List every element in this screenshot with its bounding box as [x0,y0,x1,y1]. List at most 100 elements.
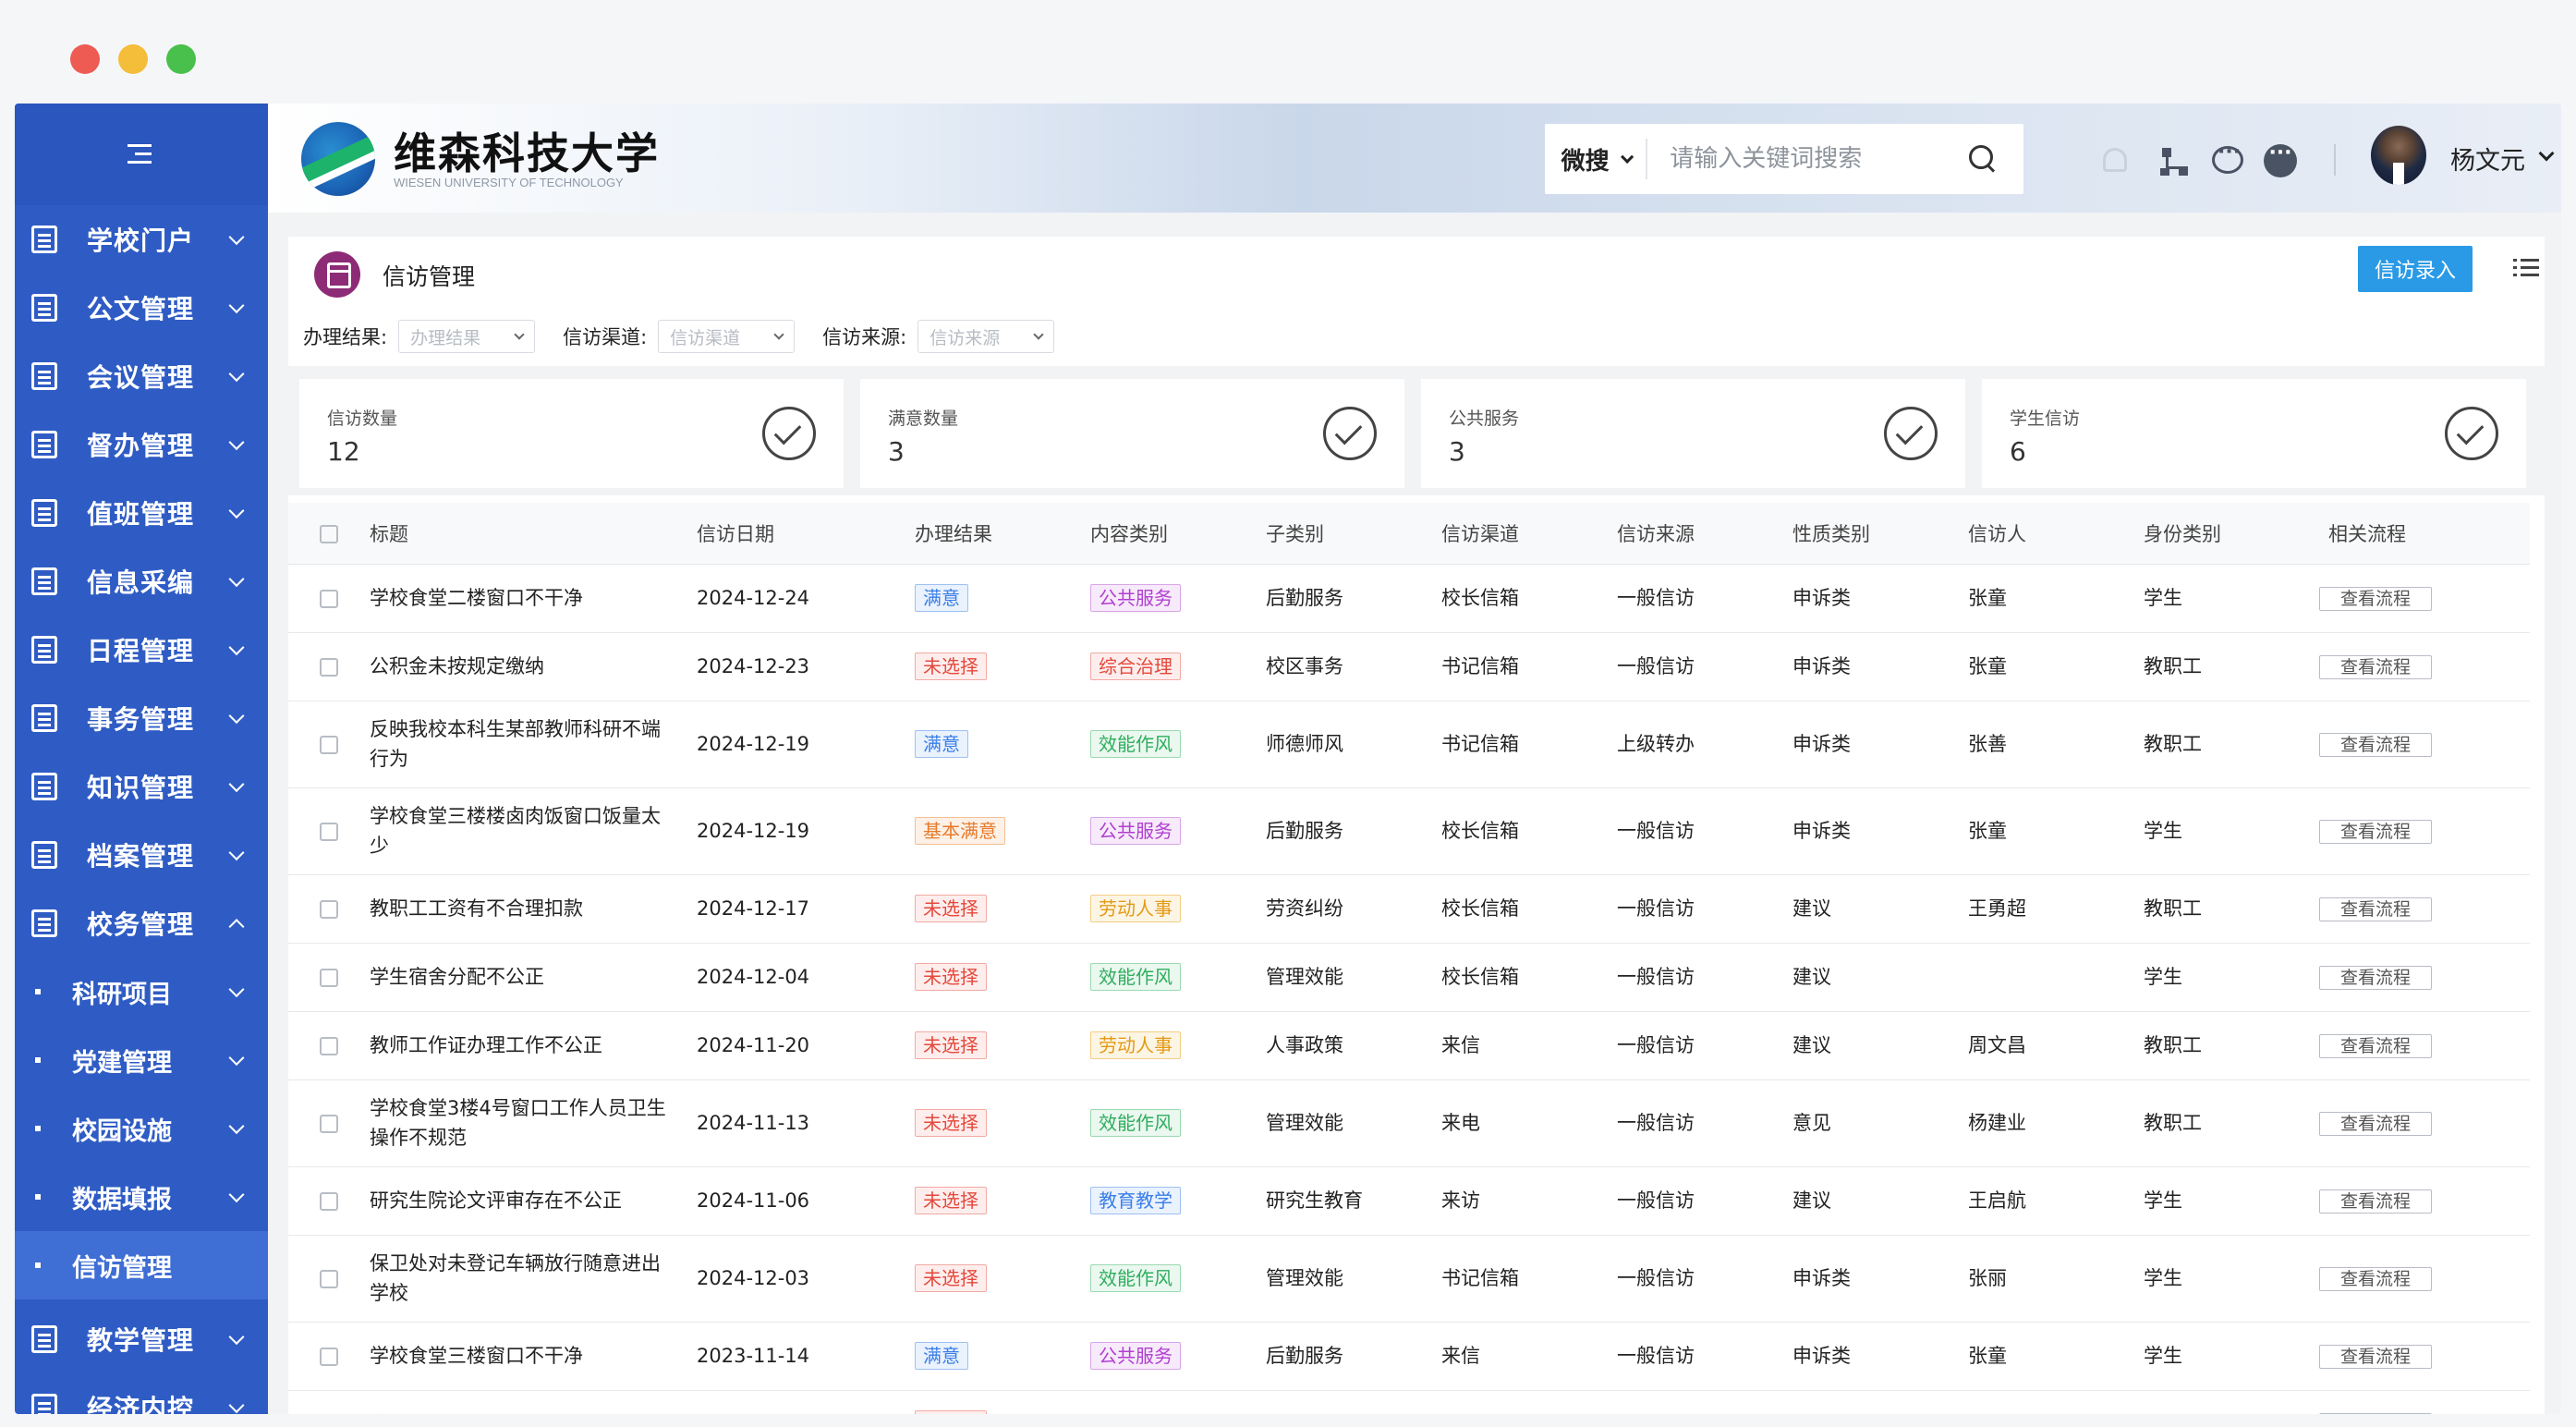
view-flow-button[interactable]: 查看流程 [2319,1267,2432,1291]
petition-title[interactable]: 学校食堂3楼4号窗口工作人员卫生操作不规范 [370,1093,697,1153]
channel-cell: 书记信箱 [1441,701,1617,788]
petition-title[interactable]: 学生宿舍分配不公正 [370,962,697,992]
minimize-window-button[interactable] [118,44,148,74]
table-row[interactable]: 学校食堂3楼4号窗口工作人员卫生操作不规范 2024-11-13 未选择 效能作风 管理… [288,1079,2530,1167]
table-row[interactable]: 学校食堂二楼窗口不干净 2024-12-24 满意 公共服务 后勤服务 校长信箱 一般信访申… [288,564,2530,633]
channel-cell: 来信 [1441,1322,1617,1391]
sidebar-subitem[interactable]: 校园设施 [15,1094,268,1163]
search-type-dropdown[interactable]: 微搜 [1545,139,1648,179]
row-checkbox[interactable] [320,900,338,919]
stat-card: 学生信访 6 [1982,379,2526,488]
row-checkbox[interactable] [320,1037,338,1055]
sidebar-item[interactable]: 档案管理 [15,821,268,889]
chevron-down-icon [228,434,245,451]
add-petition-button[interactable]: 信访录入 [2358,246,2473,292]
sidebar-item[interactable]: 值班管理 [15,479,268,547]
maximize-window-button[interactable] [166,44,196,74]
row-checkbox[interactable] [320,736,338,754]
view-flow-button[interactable]: 查看流程 [2319,966,2432,990]
table-row[interactable]: 教师工作证办理工作不公正 2024-11-20 未选择 劳动人事 人事政策 来信 一般信访建… [288,1011,2530,1080]
table-row[interactable]: 公积金未按规定缴纳 2024-12-23 未选择 综合治理 校区事务 书记信箱 一般信访 申诉… [288,632,2530,701]
table-row[interactable]: 学校食堂三楼窗口不干净 2023-11-14 满意 公共服务 后勤服务 来信 一般信访 申诉类… [288,1322,2530,1391]
petition-title[interactable]: 学校食堂三楼窗口不干净 [370,1341,697,1371]
sidebar-item[interactable]: 信息采编 [15,547,268,616]
identity-cell: 学生 [2144,1235,2319,1323]
sidebar-item[interactable]: 教学管理 [15,1305,268,1373]
select-all-checkbox[interactable] [320,524,338,543]
row-checkbox[interactable] [320,590,338,608]
sidebar-item[interactable]: 经济内控 [15,1373,268,1414]
sidebar-item-label: 档案管理 [87,841,195,872]
sidebar-item-label: 事务管理 [87,704,195,735]
table-row[interactable]: 学校食堂三楼楼卤肉饭窗口饭量太少 2024-12-19 基本满意 公共服务 后勤服务 校长… [288,787,2530,875]
petition-title[interactable]: 公积金未按规定缴纳 [370,652,697,681]
table-row[interactable]: 保卫处对未登记车辆放行随意进出学校 2024-12-03 未选择 效能作风 管理效能 书记… [288,1235,2530,1323]
search-input[interactable] [1647,145,1970,173]
view-flow-button[interactable]: 查看流程 [2319,1189,2432,1214]
petition-title[interactable]: 研究生院论文评审存在不公正 [370,1186,697,1215]
sidebar-item[interactable]: 知识管理 [15,752,268,821]
more-options-icon[interactable]: ··· [2264,143,2297,177]
sidebar-item[interactable]: 校务管理 [15,889,268,957]
row-checkbox[interactable] [320,1115,338,1133]
view-flow-button[interactable]: 查看流程 [2319,1112,2432,1136]
sidebar-item[interactable]: 公文管理 [15,274,268,342]
view-flow-button[interactable]: 查看流程 [2319,1034,2432,1058]
subcategory-cell: 管理效能 [1266,1079,1441,1167]
view-flow-button[interactable]: 查看流程 [2319,897,2432,921]
sidebar-item[interactable]: 日程管理 [15,616,268,684]
channel-cell: 来信 [1441,1011,1617,1080]
row-checkbox[interactable] [320,969,338,987]
row-checkbox[interactable] [320,658,338,677]
table-row[interactable]: 学校外部成员入校2023-11-26未选择 来访一般信访建议校友查看流程 [288,1390,2530,1414]
view-flow-button[interactable]: 查看流程 [2319,587,2432,611]
table-row[interactable]: 反映我校本科生某部教师科研不端行为 2024-12-19 满意 效能作风 师德师风 书记信… [288,701,2530,788]
sidebar-subitem[interactable]: 党建管理 [15,1026,268,1094]
table-row[interactable]: 研究生院论文评审存在不公正 2024-11-06 未选择 教育教学 研究生教育 来访 一般信… [288,1166,2530,1236]
petition-title[interactable]: 教职工工资有不合理扣款 [370,894,697,923]
list-view-icon[interactable] [2513,257,2539,279]
sidebar-subitem[interactable]: 科研项目 [15,957,268,1026]
filter-select[interactable]: 办理结果 [398,320,536,353]
user-name[interactable]: 杨文元 [2450,140,2525,177]
petition-title[interactable]: 反映我校本科生某部教师科研不端行为 [370,714,697,774]
petition-title[interactable]: 学校外部成员入校 [370,1409,697,1414]
row-checkbox[interactable] [320,1192,338,1211]
petition-title[interactable]: 教师工作证办理工作不公正 [370,1031,697,1060]
result-cell: 未选择 [915,1166,1090,1236]
row-checkbox[interactable] [320,1348,338,1366]
chat-bubble-icon[interactable] [2212,140,2243,174]
row-checkbox[interactable] [320,1270,338,1288]
filter-select[interactable]: 信访来源 [917,320,1055,353]
notification-bell-icon[interactable] [2103,148,2127,172]
filter-select[interactable]: 信访渠道 [658,320,796,353]
column-header: 信访来源 [1617,503,1792,565]
table-row[interactable]: 教职工工资有不合理扣款 2024-12-17 未选择 劳动人事 劳资纠纷 校长信箱 一般信访… [288,874,2530,944]
collapse-menu-icon[interactable] [128,142,155,166]
user-avatar[interactable] [2371,126,2426,185]
category-cell: 公共服务 [1090,1322,1266,1391]
sidebar-item[interactable]: 事务管理 [15,684,268,752]
user-menu-chevron-icon[interactable] [2538,145,2555,162]
person-cell: 张善 [1968,701,2144,788]
sidebar-item[interactable]: 会议管理 [15,342,268,410]
petition-title[interactable]: 学校食堂二楼窗口不干净 [370,583,697,613]
row-checkbox[interactable] [320,823,338,841]
petition-title[interactable]: 保卫处对未登记车辆放行随意进出学校 [370,1249,697,1308]
org-chart-icon[interactable] [2158,144,2192,177]
view-flow-button[interactable]: 查看流程 [2319,820,2432,844]
sidebar-subitem[interactable]: 数据填报 [15,1163,268,1231]
sidebar-item[interactable]: 学校门户 [15,205,268,274]
sidebar-toggle[interactable] [15,104,268,205]
close-window-button[interactable] [70,44,100,74]
view-flow-button[interactable]: 查看流程 [2319,733,2432,757]
view-flow-button[interactable]: 查看流程 [2319,1345,2432,1369]
view-flow-button[interactable]: 查看流程 [2319,655,2432,679]
sidebar-subitem[interactable]: 信访管理 [15,1231,268,1299]
table-row[interactable]: 学生宿舍分配不公正 2024-12-04 未选择 效能作风 管理效能 校长信箱 一般信访 建议… [288,943,2530,1012]
view-flow-button[interactable]: 查看流程 [2319,1413,2432,1414]
sidebar-item[interactable]: 督办管理 [15,410,268,479]
category-tag: 公共服务 [1090,817,1181,845]
petition-title[interactable]: 学校食堂三楼楼卤肉饭窗口饭量太少 [370,801,697,860]
search-icon[interactable] [1969,145,1993,173]
